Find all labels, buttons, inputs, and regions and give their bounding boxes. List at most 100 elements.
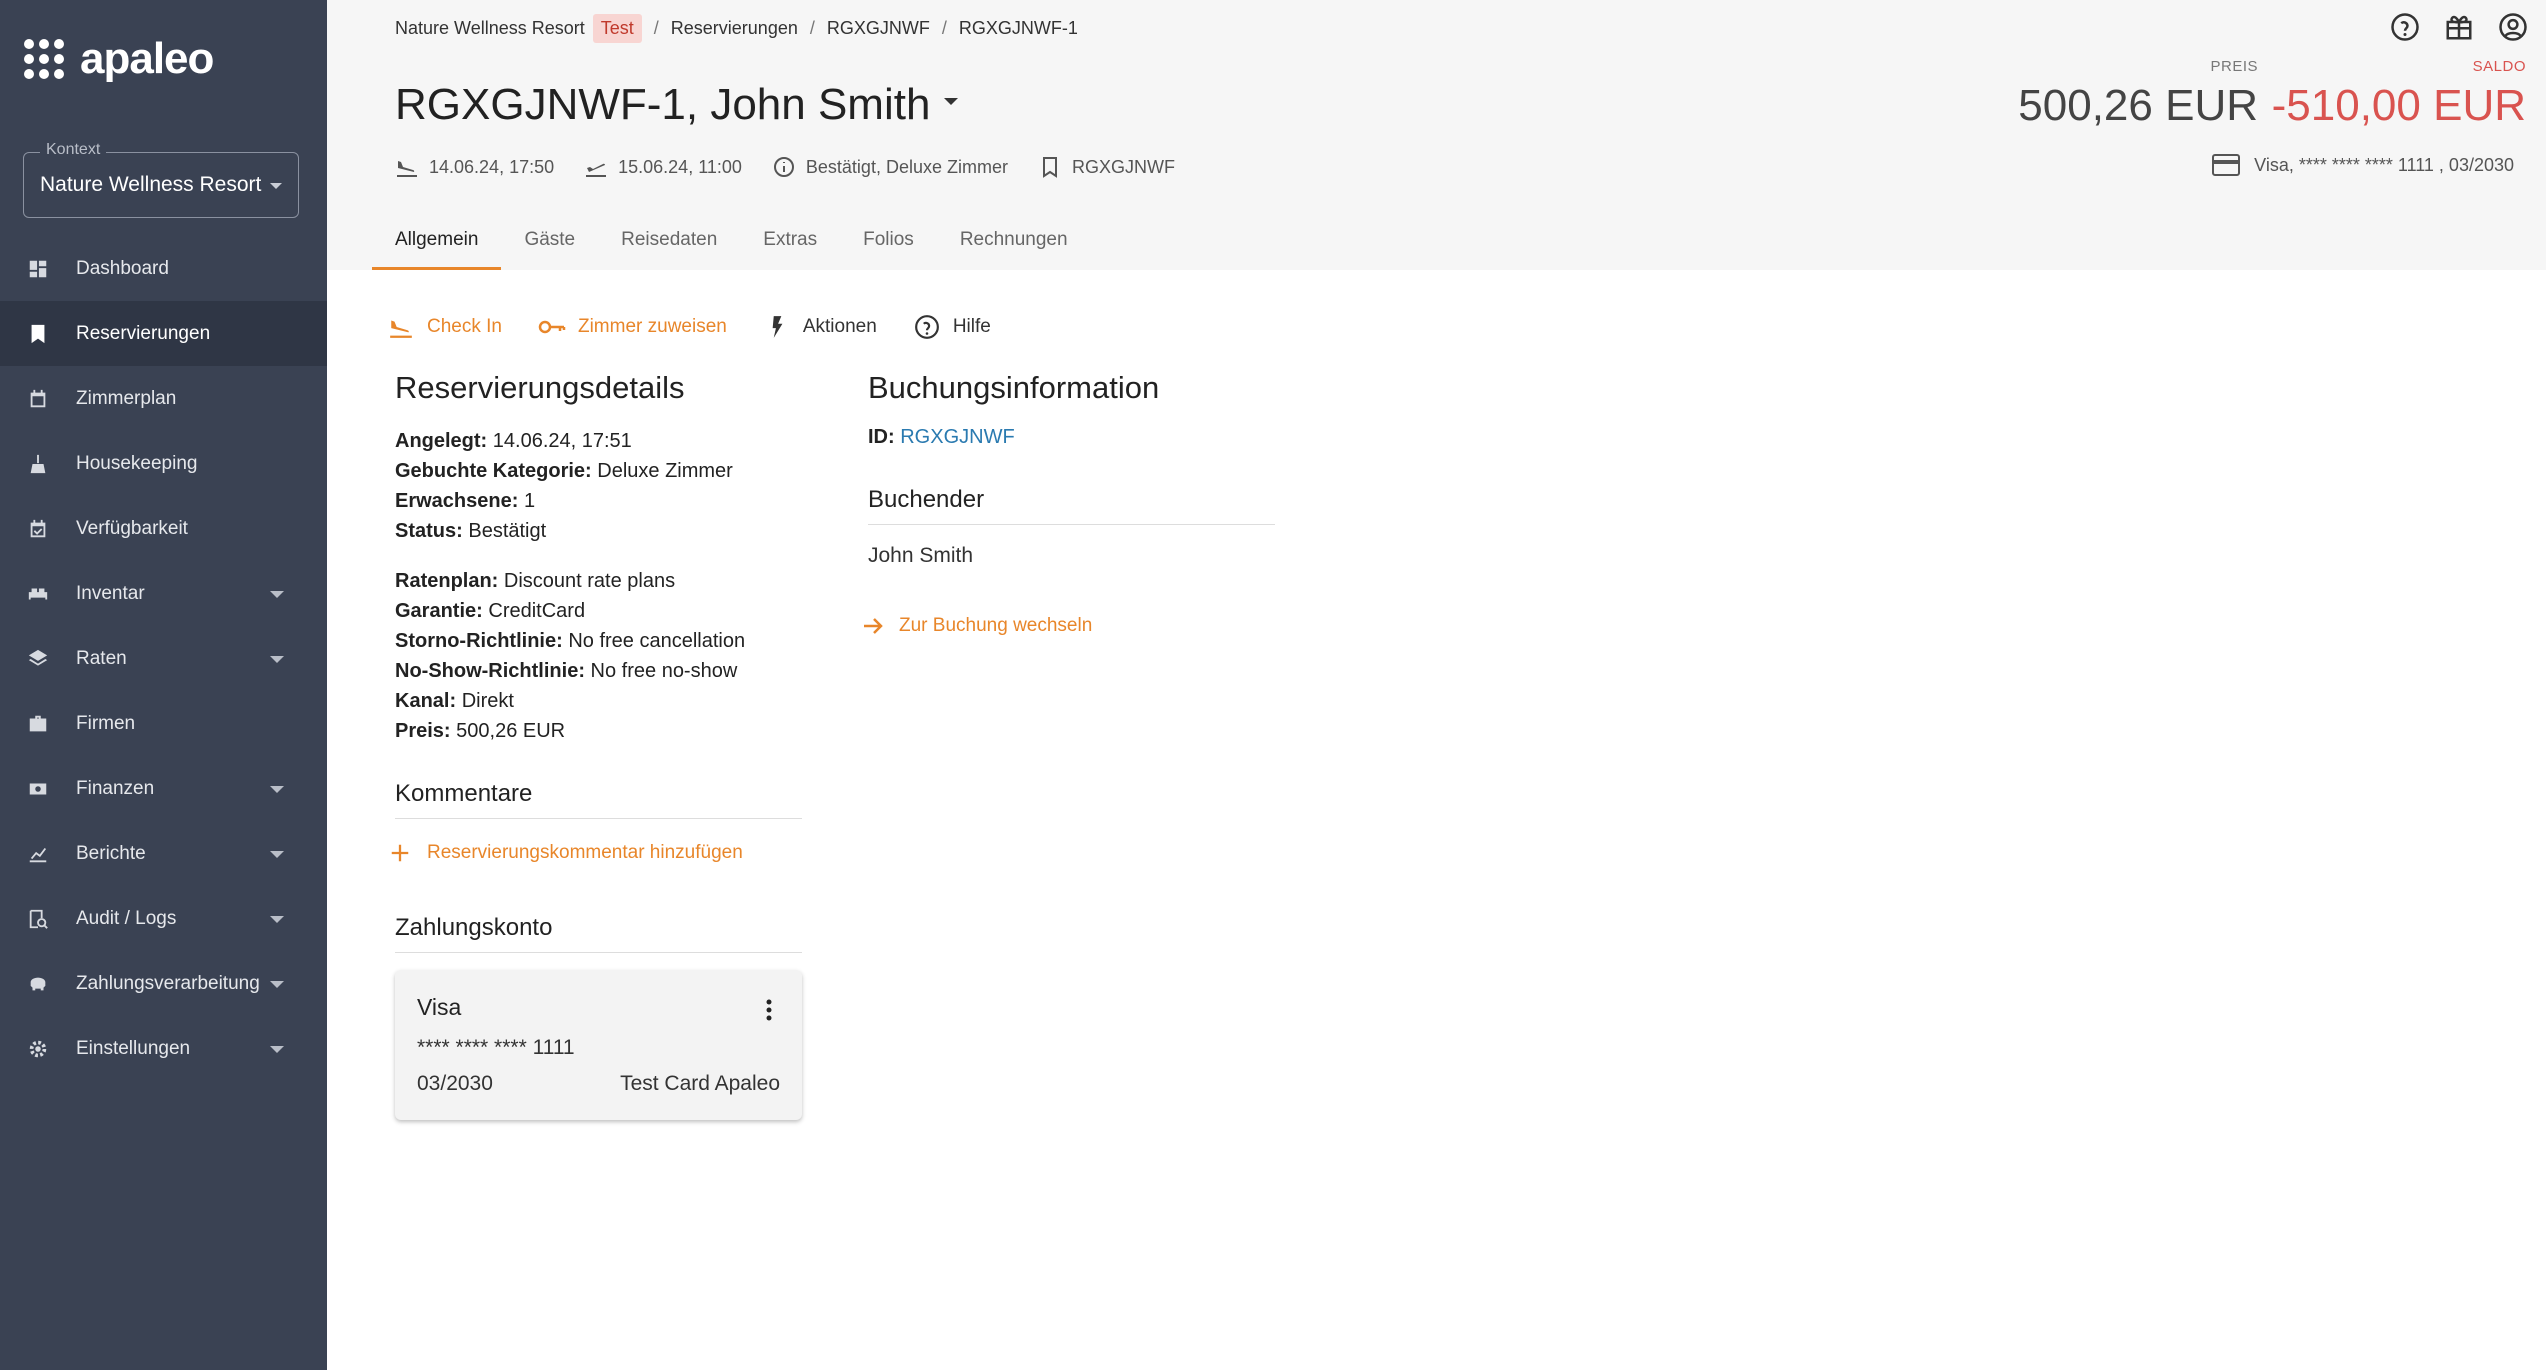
tab-allgemein[interactable]: Allgemein — [372, 210, 502, 270]
checkin-button[interactable]: Check In — [387, 314, 502, 340]
sidebar-item-verfuegbarkeit[interactable]: Verfügbarkeit — [0, 496, 327, 561]
page-title[interactable]: RGXGJNWF-1, John Smith — [395, 80, 959, 130]
info-icon — [773, 157, 794, 177]
booking-info[interactable]: RGXGJNWF — [1038, 155, 1175, 179]
briefcase-icon — [29, 715, 47, 732]
sidebar-item-label: Audit / Logs — [76, 907, 177, 929]
chevron-down-icon — [270, 851, 284, 858]
status-text: Bestätigt, Deluxe Zimmer — [805, 156, 1008, 177]
gift-icon[interactable] — [2444, 12, 2474, 42]
price-label: PREIS — [2210, 58, 2258, 75]
help-button[interactable]: Hilfe — [913, 314, 991, 340]
sidebar-item-zimmerplan[interactable]: Zimmerplan — [0, 366, 327, 431]
detail-category: Gebuchte Kategorie: Deluxe Zimmer — [395, 460, 733, 482]
breadcrumb-reservierungen[interactable]: Reservierungen — [671, 18, 798, 39]
help-icon[interactable] — [2390, 12, 2420, 42]
comments-heading: Kommentare — [395, 780, 802, 819]
tab-extras[interactable]: Extras — [740, 210, 840, 270]
breadcrumb-booking[interactable]: RGXGJNWF — [827, 18, 930, 39]
sidebar-item-berichte[interactable]: Berichte — [0, 821, 327, 886]
saldo-value: -510,00 EUR — [2271, 81, 2526, 130]
sidebar-item-inventar[interactable]: Inventar — [0, 561, 327, 626]
sidebar-item-label: Verfügbarkeit — [76, 517, 188, 539]
arrival-date: 14.06.24, 17:50 — [429, 156, 555, 177]
booking-info-title: Buchungsinformation — [868, 370, 1160, 405]
actions-button[interactable]: Aktionen — [763, 314, 877, 340]
saldo-label: SALDO — [2472, 58, 2526, 75]
sidebar-item-label: Finanzen — [76, 777, 155, 799]
help-icon — [914, 315, 939, 339]
more-vert-icon[interactable] — [766, 998, 772, 1022]
payment-card[interactable]: Visa **** **** **** 1111 03/2030 Test Ca… — [395, 970, 802, 1120]
card-summary-text: Visa, **** **** **** 1111 , 03/2030 — [2254, 154, 2514, 175]
breadcrumb-reservation: RGXGJNWF-1 — [958, 18, 1078, 38]
sidebar-item-label: Dashboard — [76, 257, 169, 279]
main-content: Check In Zimmer zuweisen Aktionen Hilfe … — [327, 270, 2546, 1370]
chevron-down-icon — [270, 183, 282, 189]
chevron-down-icon — [944, 97, 959, 105]
card-expiry: 03/2030 — [417, 1072, 493, 1095]
sidebar: apaleo Kontext Nature Wellness Resort Da… — [0, 0, 327, 1370]
tab-folios[interactable]: Folios — [840, 210, 937, 270]
sidebar-item-reservierungen[interactable]: Reservierungen — [0, 301, 327, 366]
flight-land-icon — [397, 161, 417, 177]
sidebar-item-zahlungsverarbeitung[interactable]: Zahlungsverarbeitung — [0, 951, 327, 1016]
breadcrumb-property[interactable]: Nature Wellness Resort — [395, 18, 585, 39]
chevron-down-icon — [270, 656, 284, 663]
status-info: Bestätigt, Deluxe Zimmer — [772, 155, 1008, 179]
price-block: PREIS 500,26 EUR — [2018, 58, 2258, 131]
details-title: Reservierungsdetails — [395, 370, 685, 405]
card-holder: Test Card Apaleo — [620, 1072, 780, 1095]
page-title-text: RGXGJNWF-1, John Smith — [395, 80, 931, 129]
key-icon — [538, 320, 566, 334]
chevron-down-icon — [270, 1046, 284, 1053]
sidebar-item-audit-logs[interactable]: Audit / Logs — [0, 886, 327, 951]
calendar-icon — [30, 389, 46, 408]
gear-icon — [29, 1040, 47, 1058]
plus-icon — [391, 844, 409, 862]
card-number: **** **** **** 1111 — [417, 1036, 575, 1059]
booking-id: RGXGJNWF — [1071, 156, 1175, 177]
price-value: 500,26 EUR — [2018, 81, 2258, 130]
apaleo-logo[interactable]: apaleo — [24, 34, 214, 84]
app-root: apaleo Kontext Nature Wellness Resort Da… — [0, 0, 2546, 1370]
action-bar: Check In Zimmer zuweisen Aktionen Hilfe — [387, 314, 991, 340]
logo-text: apaleo — [80, 34, 214, 83]
sidebar-item-raten[interactable]: Raten — [0, 626, 327, 691]
detail-price: Preis: 500,26 EUR — [395, 720, 566, 742]
sidebar-item-firmen[interactable]: Firmen — [0, 691, 327, 756]
detail-adults: Erwachsene: 1 — [395, 490, 536, 512]
piggy-bank-icon — [30, 977, 46, 991]
bed-icon — [28, 588, 48, 600]
sidebar-item-finanzen[interactable]: Finanzen — [0, 756, 327, 821]
sidebar-item-housekeeping[interactable]: Housekeeping — [0, 431, 327, 496]
bookmark-icon — [1042, 157, 1057, 178]
flight-takeoff-icon — [586, 163, 607, 177]
actions-label: Aktionen — [802, 316, 877, 337]
sidebar-item-einstellungen[interactable]: Einstellungen — [0, 1016, 327, 1081]
money-icon — [29, 783, 47, 795]
context-select[interactable]: Kontext Nature Wellness Resort — [23, 141, 299, 218]
booking-id-link[interactable]: RGXGJNWF — [900, 426, 1014, 448]
sidebar-item-label: Housekeeping — [76, 452, 198, 474]
sidebar-item-label: Inventar — [76, 582, 145, 604]
go-to-booking-link[interactable]: Zur Buchung wechseln — [861, 614, 1092, 638]
credit-card-icon — [2212, 154, 2241, 176]
tab-reisedaten[interactable]: Reisedaten — [598, 210, 740, 270]
tab-gaeste[interactable]: Gäste — [501, 210, 598, 270]
sidebar-item-label: Einstellungen — [76, 1037, 191, 1059]
dashboard-icon — [29, 260, 47, 278]
sidebar-item-dashboard[interactable]: Dashboard — [0, 236, 327, 301]
chevron-down-icon — [270, 981, 284, 988]
add-comment-label: Reservierungskommentar hinzufügen — [427, 842, 743, 863]
assign-room-button[interactable]: Zimmer zuweisen — [538, 314, 727, 340]
add-comment-button[interactable]: Reservierungskommentar hinzufügen — [389, 842, 743, 864]
detail-created: Angelegt: 14.06.24, 17:51 — [395, 430, 632, 452]
go-to-booking-label: Zur Buchung wechseln — [899, 615, 1093, 636]
logo-dots-icon — [24, 39, 64, 79]
arrival-info: 14.06.24, 17:50 — [395, 155, 554, 179]
reservation-header: Nature Wellness Resort Test / Reservieru… — [327, 0, 2546, 270]
booker-heading: Buchender — [868, 486, 1275, 525]
tab-rechnungen[interactable]: Rechnungen — [937, 210, 1091, 270]
account-icon[interactable] — [2498, 12, 2528, 42]
